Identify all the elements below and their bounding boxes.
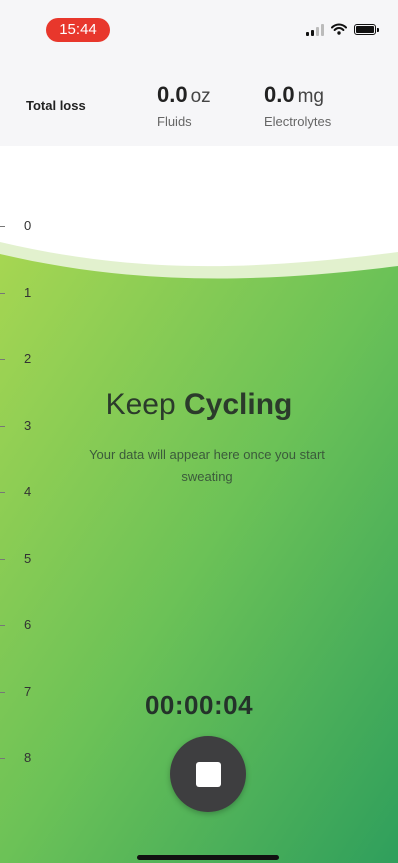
status-icons [306, 22, 379, 36]
scale-tick [0, 293, 5, 294]
scale-tick [0, 492, 5, 493]
wifi-icon [331, 23, 347, 35]
stop-square-icon [195, 761, 221, 787]
activity-name: Cycling [184, 388, 293, 421]
scale-tick [0, 226, 5, 227]
scale-label: 1 [24, 285, 32, 300]
fluids-label: Fluids [157, 114, 192, 129]
stop-button[interactable] [170, 736, 246, 812]
scale-tick [0, 625, 5, 626]
electrolytes-label: Electrolytes [264, 114, 332, 129]
scale-label: 5 [24, 551, 32, 566]
scale-tick [0, 559, 5, 560]
sweat-chart-area: 012345678 Keep Cycling Your data will ap… [0, 146, 398, 863]
status-time-pill[interactable]: 15:44 [46, 18, 110, 42]
title-prefix: Keep [105, 388, 185, 421]
electrolytes-stat: 0.0 mg Electrolytes [264, 82, 331, 129]
scale-tick [0, 426, 5, 427]
total-loss-label: Total loss [26, 98, 86, 113]
empty-state-message: Your data will appear here once you star… [89, 447, 325, 484]
scale-label: 2 [24, 351, 32, 366]
scale-label: 4 [24, 484, 32, 499]
fluids-stat: 0.0 oz Fluids [157, 82, 211, 129]
scale-label: 0 [24, 218, 32, 233]
scale-label: 8 [24, 750, 32, 765]
scale-tick [0, 359, 5, 360]
total-loss-header: Total loss 0.0 oz Fluids 0.0 mg Electrolyt… [0, 56, 398, 146]
status-bar: 15:44 [0, 0, 398, 56]
fluids-unit: oz [190, 86, 211, 107]
session-timer: 00:00:04 [144, 690, 254, 720]
signal-bars-icon [306, 22, 324, 36]
scale-label: 6 [24, 617, 32, 632]
electrolytes-value: 0.0 [264, 82, 295, 107]
activity-title: Keep Cycling [0, 388, 398, 422]
battery-icon [354, 23, 379, 35]
app-screen: 15:44 Total loss 0.0 oz Fluids 0.0 mg Elec… [0, 0, 398, 863]
scale-tick [0, 758, 5, 759]
fluids-value: 0.0 [157, 82, 188, 107]
electrolytes-unit: mg [297, 86, 324, 107]
home-indicator[interactable] [137, 855, 279, 860]
